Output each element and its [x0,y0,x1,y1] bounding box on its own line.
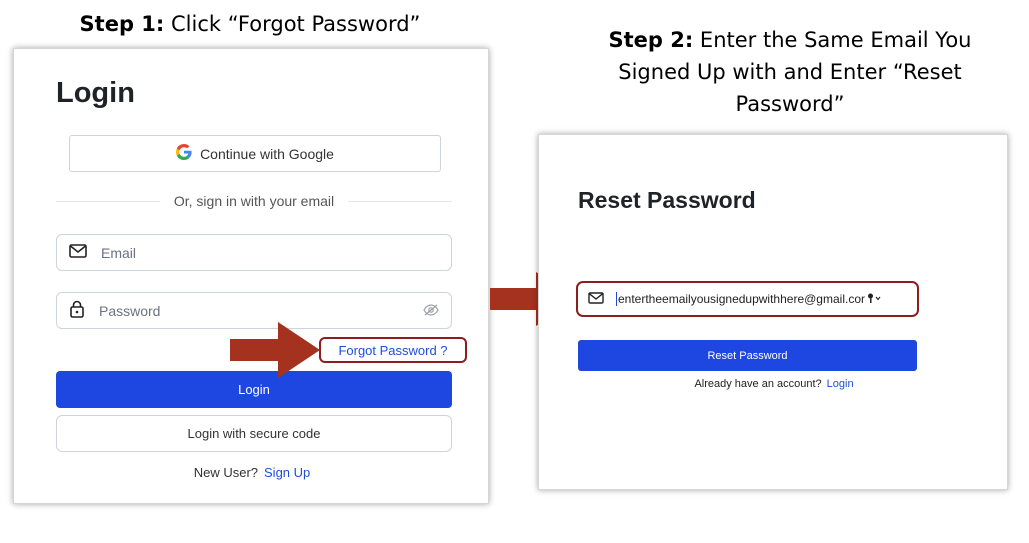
mail-icon [69,244,87,261]
mail-icon [588,291,604,307]
login-screenshot: Login Continue with Google Or, sign in w… [13,48,489,504]
sign-up-link[interactable]: Sign Up [264,465,310,480]
continue-with-google-button[interactable]: Continue with Google [69,135,441,172]
key-icon[interactable] [867,292,881,307]
email-field[interactable]: Email [56,234,452,271]
divider-line-left [56,200,160,202]
login-link[interactable]: Login [827,378,854,390]
reset-email-value-wrap: entertheemailyousignedupwithhere@gmail.c… [616,292,881,307]
step1-label: Step 1: [79,12,165,36]
step1-text: Click “Forgot Password” [164,12,421,36]
step2-caption: Step 2: Enter the Same Email You Signed … [585,24,995,120]
divider: Or, sign in with your email [56,193,453,209]
signup-row: New User? Sign Up [14,465,490,480]
login-title: Login [56,77,135,109]
forgot-password-link[interactable]: Forgot Password ? [319,337,467,363]
eye-off-icon[interactable] [423,303,439,319]
already-have-account-text: Already have an account? [694,378,822,390]
account-row: Already have an account? Login [539,378,1009,390]
login-with-secure-code-button[interactable]: Login with secure code [56,415,452,452]
email-placeholder: Email [101,244,137,261]
reset-password-button[interactable]: Reset Password [578,340,917,371]
divider-line-right [348,200,453,202]
divider-text: Or, sign in with your email [173,193,335,209]
step1-caption: Step 1: Click “Forgot Password” [30,8,470,40]
lock-icon [69,300,85,321]
google-icon [176,144,192,163]
new-user-text: New User? [193,465,259,480]
password-placeholder: Password [99,302,161,319]
reset-email-value: entertheemailyousignedupwithhere@gmail.c… [618,292,865,306]
arrow-right-icon [230,322,320,378]
step2-label: Step 2: [608,28,694,52]
reset-email-field[interactable]: entertheemailyousignedupwithhere@gmail.c… [576,281,919,317]
google-button-label: Continue with Google [200,145,334,162]
reset-title: Reset Password [578,187,756,213]
reset-password-screenshot: Reset Password entertheemailyousignedupw… [538,134,1008,490]
text-caret [616,292,617,306]
